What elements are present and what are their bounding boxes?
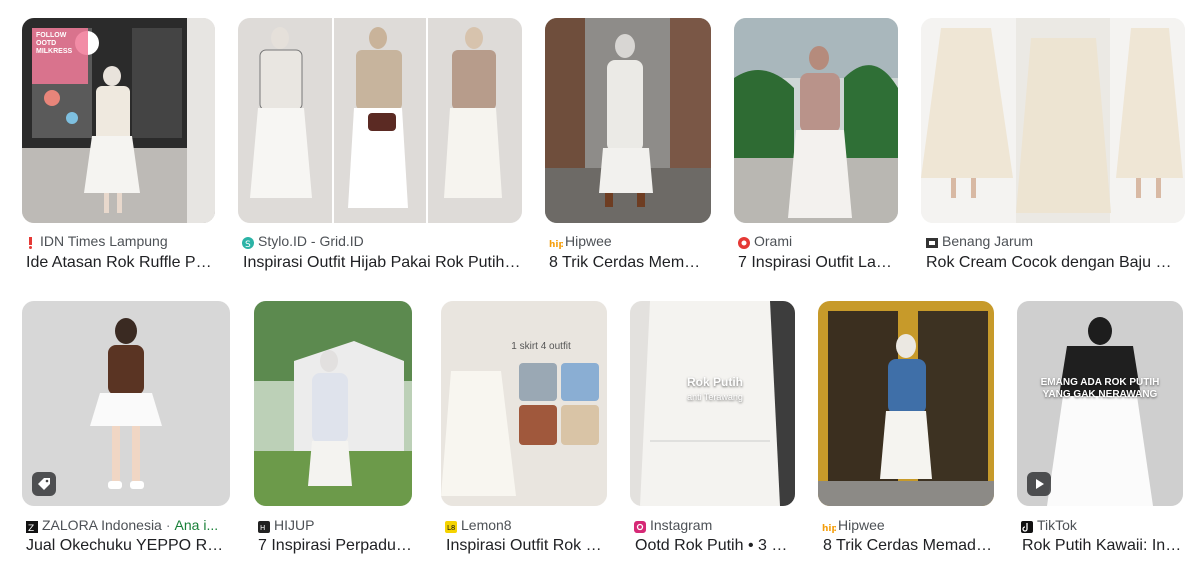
- overlay-caption: 1 skirt 4 outfit: [511, 341, 571, 352]
- result-title[interactable]: Ide Atasan Rok Ruffle Putih, Bikin Tampi…: [26, 252, 216, 274]
- result-thumbnail[interactable]: [921, 18, 1185, 223]
- svg-text:hip: hip: [549, 240, 563, 249]
- orami-icon: [738, 235, 750, 249]
- result-source[interactable]: Stylo.ID - Grid.ID: [258, 232, 364, 250]
- result-source-extra[interactable]: Ana i...: [175, 516, 219, 534]
- result-title[interactable]: 8 Trik Cerdas Memadukan Rok Putih: [549, 252, 709, 274]
- lemon8-icon: L8: [445, 519, 457, 533]
- idn-times-icon: [24, 235, 36, 249]
- result-thumbnail[interactable]: 1 skirt 4 outfit: [441, 301, 607, 506]
- result-source[interactable]: Orami: [754, 232, 792, 250]
- result-thumbnail[interactable]: [22, 301, 230, 506]
- svg-text:Z: Z: [28, 524, 34, 533]
- svg-text:S: S: [245, 240, 251, 249]
- svg-text:H: H: [260, 524, 265, 532]
- overlay-caption: Rok Putih: [687, 375, 743, 389]
- svg-text:hip: hip: [822, 524, 836, 533]
- result-title[interactable]: 7 Inspirasi Outfit Layering: [738, 252, 898, 274]
- result-thumbnail[interactable]: Rok Putih anti Terawang: [630, 301, 795, 506]
- result-source[interactable]: IDN Times Lampung: [40, 232, 168, 250]
- storefront-yellow-photo: [818, 301, 994, 506]
- result-thumbnail[interactable]: FOLLOW OOTD MILKRESS: [22, 18, 215, 223]
- svg-text:L8: L8: [447, 524, 455, 532]
- result-source[interactable]: Instagram: [650, 516, 712, 534]
- result-source[interactable]: HIJUP: [274, 516, 314, 534]
- result-title[interactable]: Ootd Rok Putih • 3 Outfit: [635, 535, 793, 557]
- result-title[interactable]: Inspirasi Outfit Rok Putih: [446, 535, 606, 557]
- benang-jarum-icon: [926, 235, 938, 248]
- result-thumbnail[interactable]: [254, 301, 412, 506]
- stylo-icon: S: [242, 235, 254, 250]
- overlay-subcaption: anti Terawang: [687, 392, 743, 402]
- result-thumbnail[interactable]: [734, 18, 898, 223]
- result-source[interactable]: ZALORA Indonesia: [42, 516, 162, 534]
- flatlay-photo: [441, 301, 607, 506]
- result-source[interactable]: TikTok: [1037, 516, 1077, 534]
- skirt-product-photo: [921, 18, 1185, 223]
- result-title[interactable]: Jual Okechuku YEPPO Rok Putih: [26, 535, 230, 557]
- result-source[interactable]: Hipwee: [838, 516, 885, 534]
- hijup-icon: H: [258, 519, 270, 533]
- skirt-closeup-photo: [630, 301, 795, 506]
- tag-icon[interactable]: [32, 472, 56, 496]
- result-thumbnail[interactable]: EMANG ADA ROK PUTIH YANG GAK NERAWANG: [1017, 301, 1183, 506]
- hipwee-icon: hip: [822, 519, 838, 534]
- result-thumbnail[interactable]: [545, 18, 711, 223]
- hipwee-icon: hip: [549, 235, 565, 250]
- result-title[interactable]: Rok Cream Cocok dengan Baju Warna Apa: [926, 252, 1184, 274]
- instagram-icon: [634, 519, 646, 533]
- result-title[interactable]: Inspirasi Outfit Hijab Pakai Rok Putih P…: [243, 252, 521, 274]
- result-thumbnail[interactable]: [238, 18, 522, 223]
- result-title[interactable]: Rok Putih Kawaii: Inspirasi Outfit: [1022, 535, 1182, 557]
- overlay-caption: EMANG ADA ROK PUTIH YANG GAK NERAWANG: [1040, 377, 1160, 400]
- play-icon[interactable]: [1027, 472, 1051, 496]
- watermark-logo: FOLLOW OOTD MILKRESS: [32, 28, 88, 84]
- result-source[interactable]: Benang Jarum: [942, 232, 1033, 250]
- street-photo: [545, 18, 711, 223]
- tiktok-icon: [1021, 519, 1033, 533]
- result-thumbnail[interactable]: [818, 301, 994, 506]
- garden-house-photo: [254, 301, 412, 506]
- outfit-collage-photo: [238, 18, 522, 223]
- result-source[interactable]: Hipwee: [565, 232, 612, 250]
- garden-photo: [734, 18, 898, 223]
- result-title[interactable]: 7 Inspirasi Perpaduan Rok Putih: [258, 535, 412, 557]
- result-title[interactable]: 8 Trik Cerdas Memadukan Rok Putih: [823, 535, 993, 557]
- zalora-icon: Z: [26, 519, 38, 534]
- result-source[interactable]: Lemon8: [461, 516, 512, 534]
